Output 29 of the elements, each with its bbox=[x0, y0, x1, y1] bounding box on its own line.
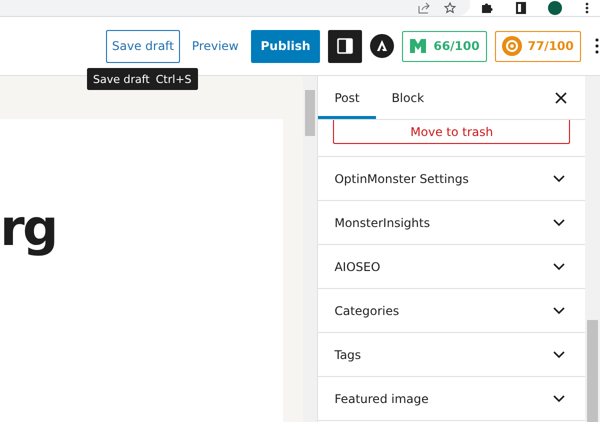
m-logo-icon bbox=[409, 38, 428, 54]
chevron-icon bbox=[553, 350, 566, 358]
avatar-icon[interactable] bbox=[548, 1, 562, 15]
scrollbar[interactable] bbox=[302, 76, 318, 422]
chevron-icon bbox=[553, 306, 566, 314]
chevron-icon bbox=[553, 218, 566, 226]
save-draft-button[interactable]: Save draft bbox=[106, 30, 180, 62]
post-title: rg bbox=[0, 199, 58, 257]
settings-toggle-button[interactable] bbox=[328, 30, 362, 62]
options-icon[interactable] bbox=[594, 38, 599, 54]
sidebar-tab[interactable]: Block bbox=[376, 76, 440, 119]
more-icon[interactable] bbox=[584, 2, 589, 14]
chevron-icon bbox=[553, 174, 566, 182]
share-icon[interactable] bbox=[418, 2, 430, 14]
logo-icon[interactable] bbox=[370, 34, 394, 58]
chevron-icon bbox=[553, 262, 566, 270]
sidebar-icon bbox=[337, 38, 354, 54]
chevron-icon bbox=[553, 394, 566, 402]
preview-button[interactable]: Preview bbox=[188, 30, 243, 62]
puzzle-icon[interactable] bbox=[481, 2, 494, 14]
publish-button[interactable]: Publish bbox=[250, 30, 320, 62]
shortcut-label: Ctrl+S bbox=[156, 72, 192, 86]
sidebar-tab[interactable]: Post bbox=[318, 76, 376, 119]
star-icon[interactable] bbox=[444, 2, 456, 14]
move-to-trash-button[interactable]: Move to trash bbox=[333, 120, 570, 144]
tooltip-label: Save draft bbox=[93, 72, 150, 86]
close-icon bbox=[555, 92, 568, 104]
scrollbar[interactable] bbox=[585, 76, 600, 422]
sidebar-icon[interactable] bbox=[516, 2, 526, 14]
